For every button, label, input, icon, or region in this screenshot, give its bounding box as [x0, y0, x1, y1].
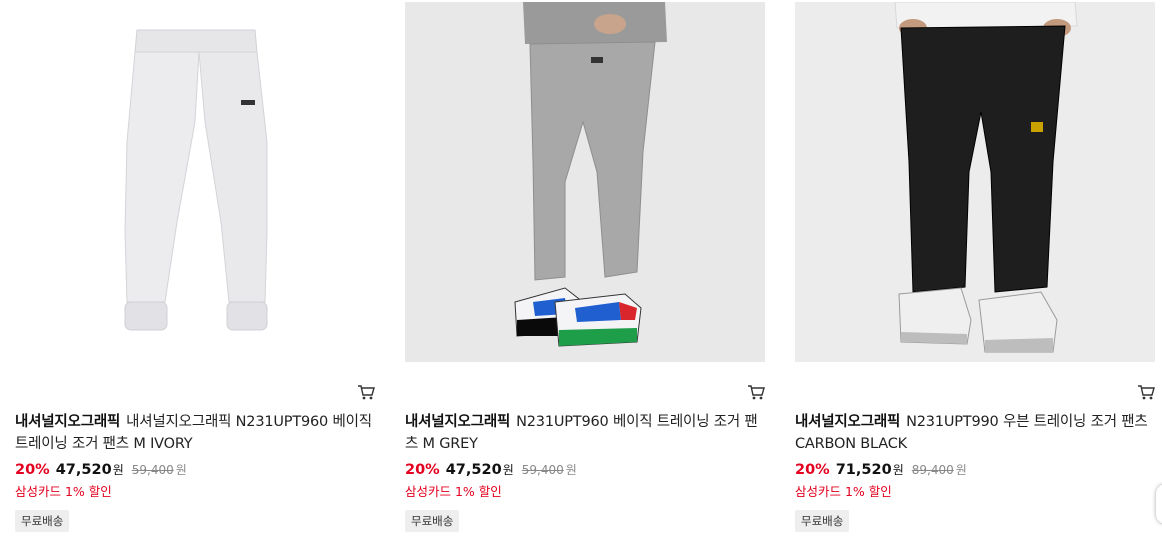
product-image[interactable] — [15, 2, 375, 362]
product-brand: 내셔널지오그래픽 — [795, 414, 901, 430]
original-price: 59,400 — [521, 463, 564, 477]
discount-rate: 20% — [405, 462, 440, 478]
ivory-jogger-pants-image — [15, 2, 375, 362]
price-row: 20% 47,520 원 59,400 원 — [405, 461, 577, 481]
grey-jogger-pants-model-image — [405, 2, 765, 362]
discount-rate: 20% — [795, 462, 830, 478]
cart-icon[interactable] — [1137, 383, 1155, 401]
free-shipping-badge: 무료배송 — [795, 510, 850, 532]
sale-price: 47,520 — [445, 462, 502, 478]
product-card[interactable]: 내셔널지오그래픽 내셔널지오그래픽 N231UPT960 베이직 트레이닝 조거 … — [15, 0, 375, 547]
product-image[interactable] — [795, 2, 1155, 362]
card-discount-text: 삼성카드 1% 할인 — [795, 484, 892, 499]
product-card[interactable]: 내셔널지오그래픽 N231UPT990 우븐 트레이닝 조거 팬츠 CARBON … — [795, 0, 1155, 547]
original-currency-label: 원 — [175, 463, 187, 477]
price-row: 20% 71,520 원 89,400 원 — [795, 461, 967, 481]
product-card[interactable]: 내셔널지오그래픽 N231UPT960 베이직 트레이닝 조거 팬츠 M GREY… — [405, 0, 765, 547]
original-price: 89,400 — [911, 463, 954, 477]
currency-label: 원 — [112, 463, 124, 477]
currency-label: 원 — [892, 463, 904, 477]
black-jogger-pants-model-image — [795, 2, 1155, 362]
product-title[interactable]: 내셔널지오그래픽 N231UPT960 베이직 트레이닝 조거 팬츠 M GREY — [405, 411, 765, 455]
next-page-button[interactable] — [1156, 484, 1162, 524]
free-shipping-badge: 무료배송 — [15, 510, 70, 532]
cart-icon[interactable] — [357, 383, 375, 401]
original-currency-label: 원 — [565, 463, 577, 477]
price-row: 20% 47,520 원 59,400 원 — [15, 461, 187, 481]
product-image[interactable] — [405, 2, 765, 362]
original-price: 59,400 — [131, 463, 174, 477]
product-brand: 내셔널지오그래픽 — [405, 414, 511, 430]
cart-icon[interactable] — [747, 383, 765, 401]
product-grid: 내셔널지오그래픽 내셔널지오그래픽 N231UPT960 베이직 트레이닝 조거 … — [0, 0, 1162, 547]
product-title[interactable]: 내셔널지오그래픽 내셔널지오그래픽 N231UPT960 베이직 트레이닝 조거 … — [15, 411, 375, 455]
card-discount-text: 삼성카드 1% 할인 — [405, 484, 502, 499]
currency-label: 원 — [502, 463, 514, 477]
product-brand: 내셔널지오그래픽 — [15, 414, 121, 430]
sale-price: 71,520 — [835, 462, 892, 478]
sale-price: 47,520 — [55, 462, 112, 478]
card-discount-text: 삼성카드 1% 할인 — [15, 484, 112, 499]
product-title[interactable]: 내셔널지오그래픽 N231UPT990 우븐 트레이닝 조거 팬츠 CARBON … — [795, 411, 1155, 455]
original-currency-label: 원 — [955, 463, 967, 477]
free-shipping-badge: 무료배송 — [405, 510, 460, 532]
discount-rate: 20% — [15, 462, 50, 478]
